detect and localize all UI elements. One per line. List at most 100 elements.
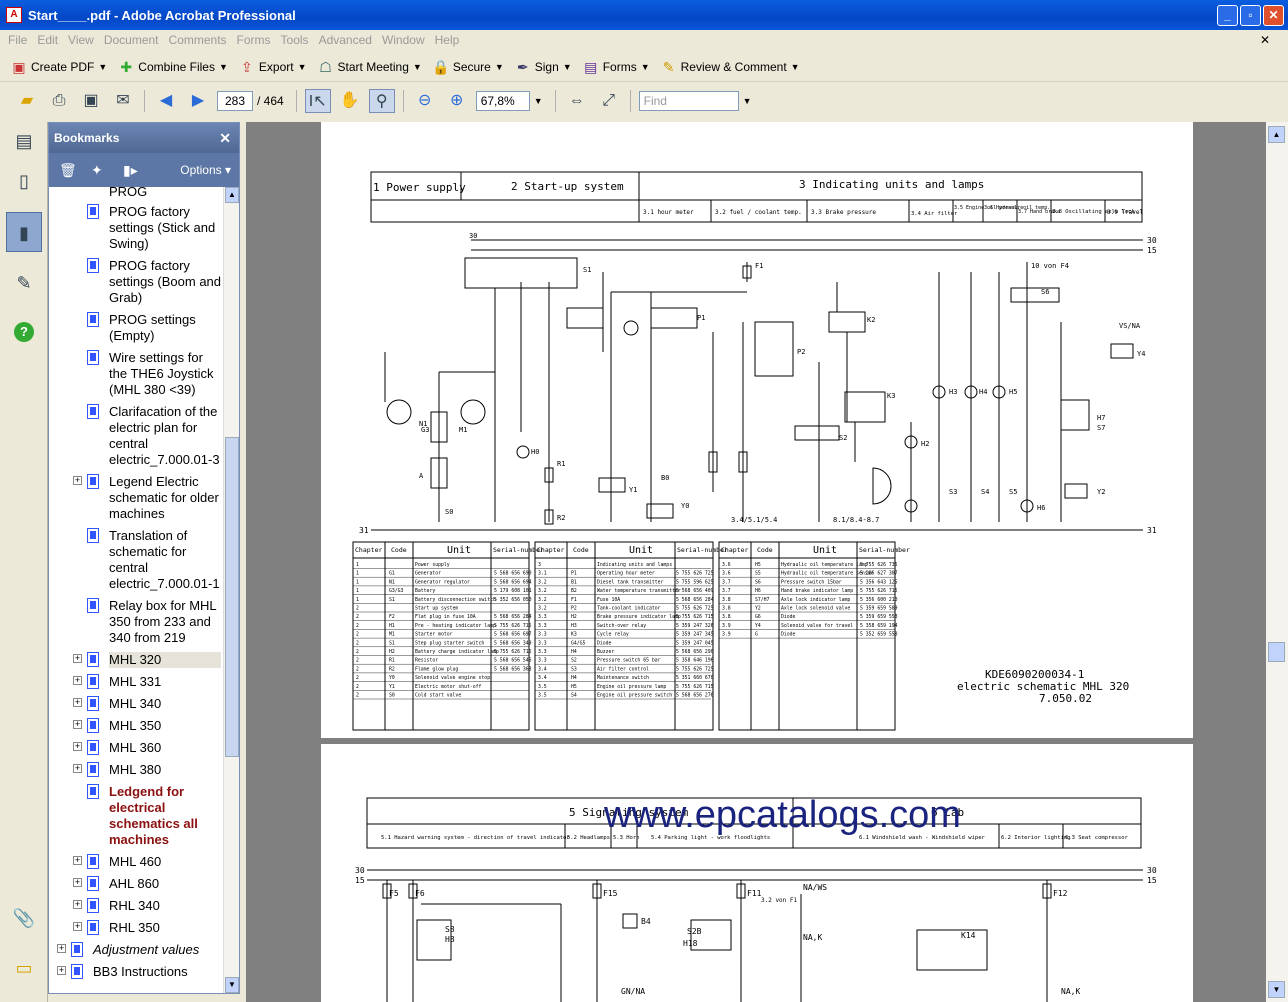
- find-dropdown-icon[interactable]: ▼: [743, 96, 752, 106]
- sign-button[interactable]: ✒ Sign ▼: [514, 58, 572, 76]
- signatures-icon[interactable]: ✎: [9, 268, 39, 298]
- section-label: 1 Power supply: [373, 181, 466, 194]
- scroll-down-icon[interactable]: ▼: [225, 977, 239, 993]
- menu-forms[interactable]: Forms: [237, 33, 271, 47]
- select-tool-icon[interactable]: I↖: [304, 89, 331, 113]
- document-view[interactable]: 1 Power supply 2 Start-up system 3 Indic…: [246, 122, 1266, 1002]
- print-icon[interactable]: ⎙: [46, 89, 72, 113]
- start-meeting-button[interactable]: ☖ Start Meeting ▼: [317, 58, 422, 76]
- expand-icon[interactable]: +: [57, 966, 66, 975]
- menu-edit[interactable]: Edit: [37, 33, 58, 47]
- expand-icon[interactable]: +: [73, 476, 82, 485]
- pages-icon[interactable]: ▤: [9, 126, 39, 156]
- minimize-button[interactable]: _: [1217, 5, 1238, 26]
- table-cell: 5 352 656 050: [494, 597, 532, 603]
- expand-icon[interactable]: +: [73, 742, 82, 751]
- table-cell: Maintenance switch: [597, 675, 649, 681]
- expand-icon[interactable]: +: [57, 944, 66, 953]
- fit-width-icon[interactable]: ⇔: [564, 89, 590, 113]
- table-cell: 3.3: [538, 614, 547, 620]
- expand-icon[interactable]: +: [73, 856, 82, 865]
- expand-icon[interactable]: +: [73, 922, 82, 931]
- bookmark-icon: [87, 854, 99, 869]
- new-bookmark-icon[interactable]: ✦: [91, 162, 113, 179]
- scroll-up-icon[interactable]: ▲: [1268, 126, 1285, 143]
- expand-icon[interactable]: +: [73, 878, 82, 887]
- expand-bookmark-icon[interactable]: ▮▸: [123, 162, 145, 179]
- table-cell: H6: [755, 588, 761, 594]
- expand-icon[interactable]: +: [73, 676, 82, 685]
- save-icon[interactable]: ▣: [78, 89, 104, 113]
- table-cell: Resistor: [415, 658, 438, 664]
- table-cell: 5 568 656 276: [676, 693, 714, 699]
- find-input[interactable]: Find: [638, 91, 739, 111]
- bookmarks-scrollbar[interactable]: ▲ ▼: [223, 187, 239, 993]
- review-comment-button[interactable]: ✎ Review & Comment ▼: [660, 58, 800, 76]
- fit-page-icon[interactable]: ⤢: [596, 89, 622, 113]
- parts-table-right: 3.6 H5 Hydraulic oil temperature lamp5 755…: [719, 562, 898, 639]
- hand-tool-icon[interactable]: ✋: [337, 89, 363, 113]
- expand-icon[interactable]: +: [73, 764, 82, 773]
- document-scrollbar[interactable]: ▲ ▼: [1266, 122, 1288, 1002]
- svg-text:S2B: S2B: [687, 927, 702, 936]
- secure-button[interactable]: 🔒 Secure ▼: [432, 58, 504, 76]
- menu-file[interactable]: File: [8, 33, 27, 47]
- table-cell: 1: [356, 562, 359, 568]
- scroll-thumb[interactable]: [225, 437, 239, 757]
- zoom-in-icon[interactable]: ⊕: [444, 89, 470, 113]
- help-icon[interactable]: ?: [14, 322, 34, 342]
- close-button[interactable]: ✕: [1263, 5, 1284, 26]
- document-icon[interactable]: ▯: [9, 166, 39, 196]
- svg-text:Chapter: Chapter: [721, 546, 748, 554]
- menu-comments[interactable]: Comments: [169, 33, 227, 47]
- forms-button[interactable]: ▤ Forms ▼: [582, 58, 650, 76]
- next-page-icon[interactable]: ▶: [185, 89, 211, 113]
- menu-help[interactable]: Help: [435, 33, 460, 47]
- zoom-level-input[interactable]: 67,8%: [475, 91, 530, 111]
- scroll-up-icon[interactable]: ▲: [225, 187, 239, 203]
- table-cell: Axle lock solenoid valve: [781, 606, 850, 612]
- menu-bar: File Edit View Document Comments Forms T…: [0, 30, 1288, 49]
- expand-icon[interactable]: +: [73, 720, 82, 729]
- pen-icon: ✒: [516, 58, 529, 75]
- expand-icon[interactable]: +: [73, 900, 82, 909]
- previous-page-icon[interactable]: ◀: [153, 89, 179, 113]
- menu-window[interactable]: Window: [382, 33, 425, 47]
- menu-view[interactable]: View: [68, 33, 94, 47]
- menu-advanced[interactable]: Advanced: [319, 33, 372, 47]
- zoom-dropdown-icon[interactable]: ▼: [534, 96, 543, 106]
- options-menu[interactable]: Options ▾: [180, 163, 231, 177]
- bookmarks-header: Bookmarks ✕: [49, 123, 239, 153]
- window-title: Start____.pdf - Adobe Acrobat Profession…: [28, 7, 296, 23]
- rail-label: 31: [1147, 526, 1157, 535]
- document-close-icon[interactable]: ✕: [1260, 33, 1270, 47]
- table-cell: Operating hour meter: [597, 571, 655, 577]
- export-button[interactable]: ⇪ Export ▼: [238, 58, 306, 76]
- menu-tools[interactable]: Tools: [281, 33, 309, 47]
- maximize-button[interactable]: ▫: [1240, 5, 1261, 26]
- table-cell: 3.6: [722, 571, 731, 577]
- zoom-tool-icon[interactable]: ⚲: [368, 89, 395, 113]
- bookmark-icon: [87, 598, 99, 613]
- comments-icon[interactable]: ▭: [10, 958, 38, 986]
- attachments-icon[interactable]: 📎: [10, 908, 38, 936]
- expand-icon[interactable]: +: [73, 654, 82, 663]
- expand-icon[interactable]: +: [73, 698, 82, 707]
- table-cell: 5 755 596 625: [676, 579, 714, 585]
- open-folder-icon[interactable]: ▰: [14, 89, 40, 113]
- table-cell: H2: [571, 614, 577, 620]
- delete-bookmark-icon[interactable]: 🗑: [59, 162, 81, 179]
- table-cell: Pressure switch 65 bar: [597, 658, 661, 664]
- scroll-down-icon[interactable]: ▼: [1268, 981, 1285, 998]
- bookmark-icon: [87, 652, 99, 667]
- table-cell: 3.4: [538, 666, 547, 672]
- bookmarks-panel-icon[interactable]: ▮: [6, 212, 42, 252]
- scroll-thumb[interactable]: [1268, 642, 1285, 662]
- menu-document[interactable]: Document: [104, 33, 159, 47]
- close-panel-icon[interactable]: ✕: [219, 123, 231, 153]
- email-icon[interactable]: ✉: [110, 89, 136, 113]
- page-number-input[interactable]: 283: [217, 91, 253, 111]
- create-pdf-button[interactable]: ▣ Create PDF ▼: [10, 58, 107, 76]
- zoom-out-icon[interactable]: ⊖: [412, 89, 438, 113]
- combine-files-button[interactable]: ✚ Combine Files ▼: [117, 58, 228, 76]
